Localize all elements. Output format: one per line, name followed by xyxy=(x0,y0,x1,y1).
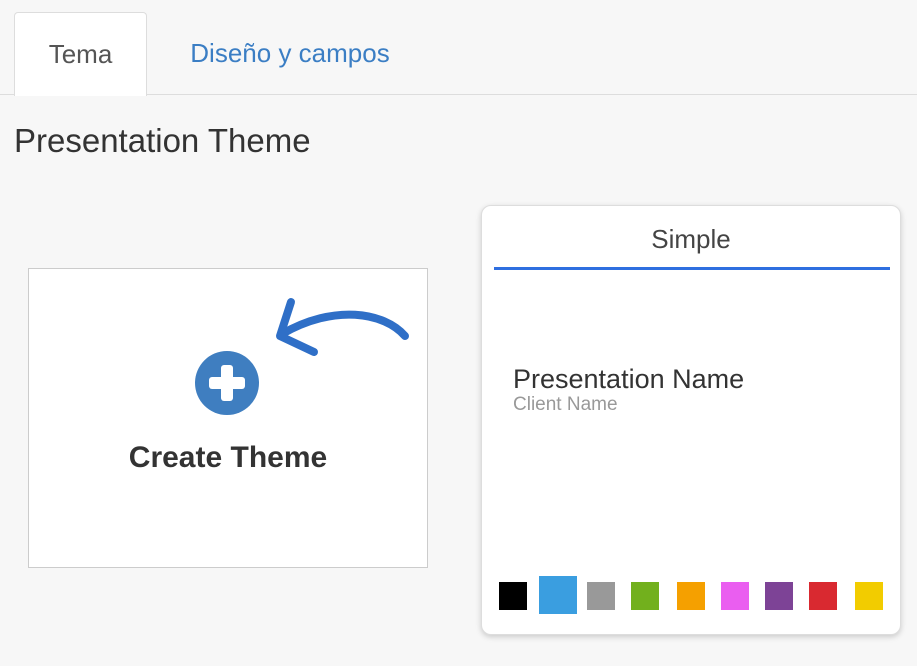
curved-arrow-icon xyxy=(276,298,409,356)
tab-tema-label: Tema xyxy=(48,39,113,69)
swatch-magenta[interactable] xyxy=(721,582,749,610)
tab-bar: Tema Diseño y campos xyxy=(0,0,917,96)
swatch-yellow[interactable] xyxy=(855,582,883,610)
section-title: Presentation Theme xyxy=(14,122,311,159)
theme-card-simple[interactable]: Simple Presentation Name Client Name xyxy=(481,205,901,635)
swatch-blue[interactable] xyxy=(539,576,577,614)
swatch-gray[interactable] xyxy=(587,582,615,610)
tab-tema[interactable]: Tema xyxy=(14,12,147,96)
tab-diseno-y-campos[interactable]: Diseño y campos xyxy=(150,12,430,96)
swatch-green[interactable] xyxy=(631,582,659,610)
swatch-red[interactable] xyxy=(809,582,837,610)
swatch-purple[interactable] xyxy=(765,582,793,610)
theme-name-underline xyxy=(494,267,890,270)
create-theme-label: Create Theme xyxy=(128,441,328,474)
tab-diseno-y-campos-label: Diseño y campos xyxy=(190,38,390,68)
color-swatches xyxy=(496,576,896,616)
preview-client-name: Client Name xyxy=(513,394,618,415)
preview-presentation-name: Presentation Name xyxy=(513,364,745,394)
swatch-orange[interactable] xyxy=(677,582,705,610)
swatch-black[interactable] xyxy=(499,582,527,610)
theme-name: Simple xyxy=(651,224,731,254)
plus-circle-icon[interactable] xyxy=(195,351,259,415)
